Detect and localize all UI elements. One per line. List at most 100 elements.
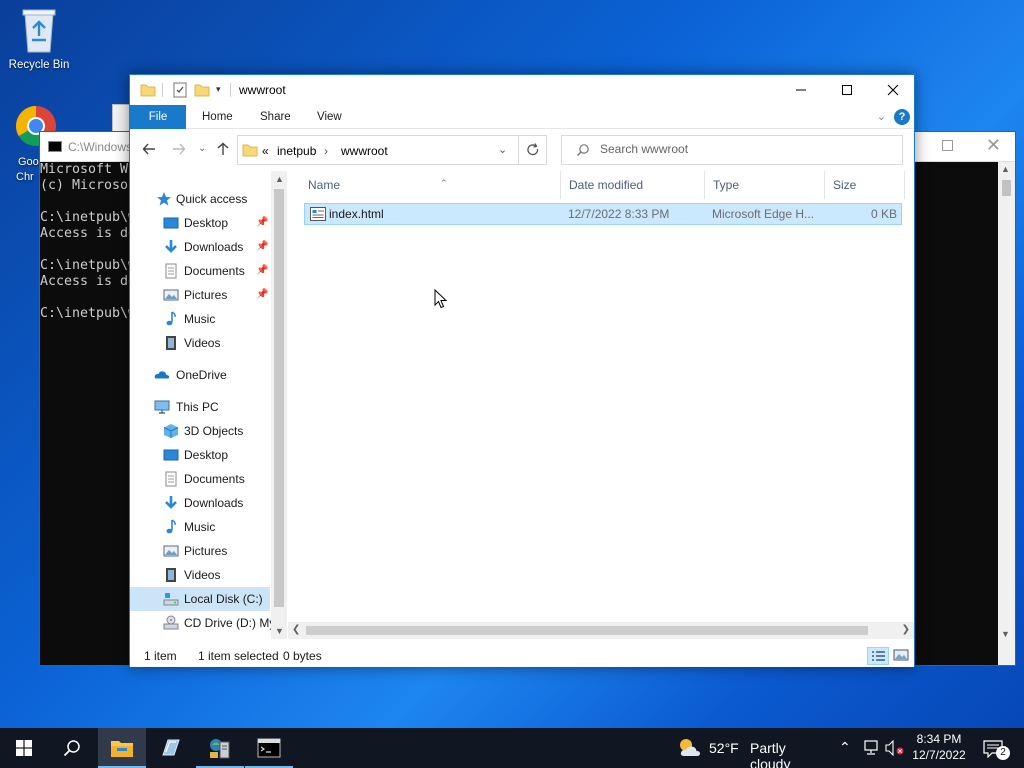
- navigation-pane[interactable]: Quick access Desktop 📌 Downloads 📌 Docum…: [130, 171, 288, 639]
- taskbar-iis-manager[interactable]: [196, 728, 244, 768]
- pictures-icon: [163, 545, 179, 557]
- nav-label: Pictures: [184, 544, 228, 558]
- refresh-icon: [527, 143, 539, 156]
- console-scrollbar[interactable]: ▲ ▼: [998, 162, 1015, 665]
- maximize-button[interactable]: [824, 75, 870, 105]
- console-maximize-button[interactable]: [942, 140, 953, 151]
- pin-icon[interactable]: 📌: [256, 235, 268, 259]
- help-icon[interactable]: ?: [894, 109, 910, 125]
- file-type: Microsoft Edge H...: [712, 207, 815, 221]
- column-header-name[interactable]: Name ⌃: [300, 171, 561, 199]
- nav-pc-desktop[interactable]: Desktop: [130, 443, 270, 467]
- network-icon[interactable]: [862, 740, 880, 756]
- column-header-size[interactable]: Size: [825, 171, 905, 199]
- mouse-cursor-icon: [434, 289, 448, 309]
- nav-pane-scrollbar[interactable]: ▲ ▼: [271, 171, 287, 639]
- minimize-button[interactable]: [778, 75, 824, 105]
- column-header-type[interactable]: Type: [705, 171, 825, 199]
- expand-ribbon-chevron-icon[interactable]: ⌄: [877, 110, 886, 123]
- weather-widget[interactable]: 52°F Partly cloudy: [674, 728, 830, 768]
- properties-icon[interactable]: [172, 82, 188, 98]
- address-history-chevron-icon[interactable]: ⌄: [498, 143, 507, 156]
- action-center-button[interactable]: 2: [978, 728, 1018, 768]
- nav-label: Videos: [184, 336, 221, 350]
- nav-qa-documents[interactable]: Documents 📌: [130, 259, 270, 283]
- start-button[interactable]: [0, 728, 48, 768]
- nav-qa-pictures[interactable]: Pictures 📌: [130, 283, 270, 307]
- nav-quick-access[interactable]: Quick access: [130, 187, 270, 211]
- nav-pc-music[interactable]: Music: [130, 515, 270, 539]
- explorer-titlebar[interactable]: ▾ wwwroot: [130, 75, 914, 105]
- tab-view[interactable]: View: [305, 105, 354, 129]
- tab-home[interactable]: Home: [190, 105, 245, 129]
- nav-onedrive[interactable]: OneDrive: [130, 363, 270, 387]
- scroll-down-arrow-icon[interactable]: ▼: [275, 626, 284, 636]
- horizontal-scroll-thumb[interactable]: [306, 626, 868, 635]
- details-view-button[interactable]: [867, 647, 889, 665]
- scroll-left-arrow-icon[interactable]: ❮: [292, 624, 300, 635]
- column-header-date[interactable]: Date modified: [561, 171, 705, 199]
- console-title: C:\Windows: [68, 140, 133, 154]
- toolbar-divider: [162, 83, 163, 97]
- volume-muted-icon[interactable]: [885, 740, 905, 756]
- file-explorer-window[interactable]: ▾ wwwroot File Home Share View ⌄ ? ⌄ « i…: [129, 74, 915, 667]
- search-box[interactable]: [561, 135, 903, 165]
- clock[interactable]: 8:34 PM 12/7/2022: [912, 731, 966, 763]
- file-row-selected[interactable]: index.html 12/7/2022 8:33 PM Microsoft E…: [304, 203, 902, 225]
- customize-toolbar-chevron-icon[interactable]: ▾: [216, 84, 221, 95]
- search-input[interactable]: [600, 142, 890, 156]
- nav-pc-pictures[interactable]: Pictures: [130, 539, 270, 563]
- new-folder-icon[interactable]: [194, 82, 210, 98]
- taskbar-command-prompt[interactable]: [245, 728, 293, 768]
- recycle-bin-label: Recycle Bin: [8, 59, 70, 71]
- file-list-pane[interactable]: Name ⌃ Date modified Type Size index.htm…: [288, 171, 914, 639]
- nav-qa-music[interactable]: Music: [130, 307, 270, 331]
- nav-qa-desktop[interactable]: Desktop 📌: [130, 211, 270, 235]
- nav-qa-downloads[interactable]: Downloads 📌: [130, 235, 270, 259]
- nav-pc-cd-drive[interactable]: CD Drive (D:) My: [130, 611, 275, 635]
- document-icon: [165, 471, 177, 487]
- close-button[interactable]: [870, 75, 916, 105]
- nav-pc-videos[interactable]: Videos: [130, 563, 270, 587]
- nav-pc-downloads[interactable]: Downloads: [130, 491, 270, 515]
- console-close-button[interactable]: ✕: [986, 135, 1001, 156]
- scroll-up-arrow-icon[interactable]: ▲: [1001, 164, 1010, 174]
- column-label: Type: [713, 178, 740, 192]
- search-button[interactable]: [48, 728, 96, 768]
- nav-label: CD Drive (D:) My: [184, 616, 276, 630]
- taskbar-file-explorer[interactable]: [98, 728, 146, 768]
- console-scroll-thumb[interactable]: [1002, 180, 1011, 196]
- nav-pc-documents[interactable]: Documents: [130, 467, 270, 491]
- recent-locations-chevron-icon[interactable]: ⌄: [198, 143, 206, 154]
- nav-pc-3d-objects[interactable]: 3D Objects: [130, 419, 270, 443]
- nav-scroll-thumb[interactable]: [274, 189, 284, 607]
- nav-label: This PC: [176, 400, 219, 414]
- pin-icon[interactable]: 📌: [256, 283, 268, 307]
- breadcrumb-inetpub[interactable]: inetpub: [277, 144, 316, 158]
- tab-share[interactable]: Share: [248, 105, 303, 129]
- breadcrumb-separator-icon[interactable]: ›: [324, 144, 328, 158]
- breadcrumb-overflow[interactable]: «: [262, 144, 269, 158]
- desktop-icon-recycle-bin[interactable]: Recycle Bin: [1, 6, 77, 71]
- pin-icon[interactable]: 📌: [256, 259, 268, 283]
- nav-label: Music: [184, 312, 216, 326]
- pin-icon[interactable]: 📌: [256, 211, 268, 235]
- address-bar[interactable]: « inetpub › wwwroot ⌄: [237, 135, 547, 165]
- forward-arrow-icon[interactable]: [172, 142, 186, 160]
- large-icons-view-button[interactable]: [891, 647, 913, 665]
- scroll-up-arrow-icon[interactable]: ▲: [275, 174, 284, 184]
- file-list-horizontal-scrollbar[interactable]: ❮ ❯: [288, 622, 914, 639]
- back-arrow-icon[interactable]: [142, 142, 156, 160]
- scroll-right-arrow-icon[interactable]: ❯: [902, 624, 910, 635]
- nav-qa-videos[interactable]: Videos: [130, 331, 270, 355]
- taskbar-server-manager[interactable]: [147, 728, 195, 768]
- show-hidden-icons-chevron-icon[interactable]: ⌃: [839, 739, 851, 756]
- file-name: index.html: [329, 207, 384, 221]
- scroll-down-arrow-icon[interactable]: ▼: [1001, 629, 1010, 639]
- nav-this-pc[interactable]: This PC: [130, 395, 270, 419]
- breadcrumb-wwwroot[interactable]: wwwroot: [341, 144, 388, 158]
- refresh-button[interactable]: [518, 135, 547, 165]
- tab-file[interactable]: File: [130, 105, 186, 129]
- up-arrow-icon[interactable]: [216, 142, 230, 160]
- nav-pc-local-disk[interactable]: Local Disk (C:): [130, 587, 270, 611]
